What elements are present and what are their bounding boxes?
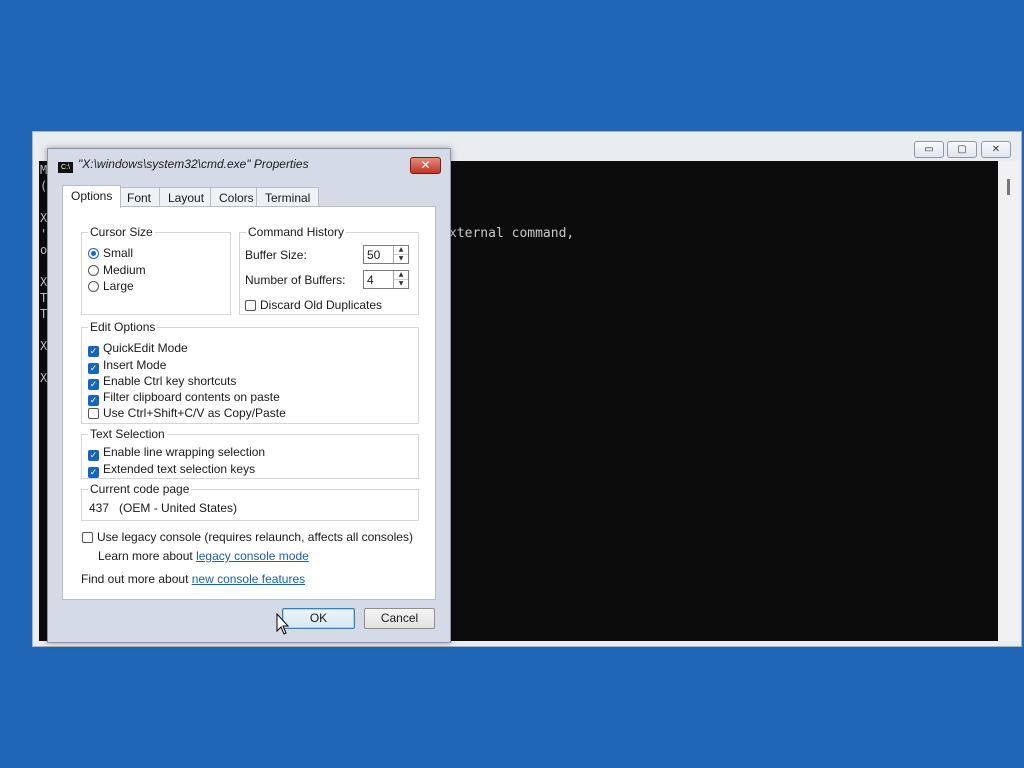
tab-terminal[interactable]: Terminal bbox=[256, 187, 320, 207]
checkbox-label: Enable Ctrl key shortcuts bbox=[103, 374, 237, 388]
spin-up-icon[interactable]: ▲ bbox=[394, 246, 408, 255]
spinner-buttons: ▲ ▼ bbox=[393, 271, 408, 288]
radio-button[interactable] bbox=[88, 248, 99, 259]
num-buffers-spinner[interactable]: 4 ▲ ▼ bbox=[363, 270, 409, 289]
checkbox-label: Enable line wrapping selection bbox=[103, 445, 266, 459]
checkbox[interactable] bbox=[82, 532, 93, 543]
radio-label: Large bbox=[103, 279, 134, 293]
minimize-button[interactable]: ▭ bbox=[914, 141, 944, 158]
edit-options-group: Edit Options ✓ QuickEdit Mode ✓ Insert Mod… bbox=[81, 320, 419, 424]
cancel-button[interactable]: Cancel bbox=[364, 608, 435, 629]
close-icon: ✕ bbox=[991, 144, 1001, 155]
buffer-size-spinner[interactable]: 50 ▲ ▼ bbox=[363, 245, 409, 264]
tab-font[interactable]: Font bbox=[118, 187, 161, 207]
num-buffers-value[interactable]: 4 bbox=[367, 272, 374, 288]
extended-keys-checkbox[interactable]: ✓ Extended text selection keys bbox=[88, 461, 256, 478]
find-out-text: Find out more about new console features bbox=[81, 571, 305, 587]
ctrl-shift-cv-checkbox[interactable]: Use Ctrl+Shift+C/V as Copy/Paste bbox=[88, 405, 286, 421]
find-out-prefix: Find out more about bbox=[81, 572, 192, 586]
checkbox-label: Extended text selection keys bbox=[103, 462, 256, 476]
scrollbar-thumb[interactable] bbox=[1007, 179, 1010, 195]
cursor-size-group: Cursor Size Small Medium Large bbox=[81, 225, 231, 315]
ok-button[interactable]: OK bbox=[282, 608, 355, 629]
command-history-group: Command History Buffer Size: 50 ▲ ▼ Numb… bbox=[239, 225, 419, 315]
dialog-title-bar[interactable]: C:\ "X:\windows\system32\cmd.exe" Propert… bbox=[58, 157, 309, 173]
checkbox-label: Insert Mode bbox=[103, 358, 167, 372]
checkbox[interactable]: ✓ bbox=[88, 346, 99, 357]
discard-duplicates-checkbox[interactable]: Discard Old Duplicates bbox=[245, 297, 382, 313]
ctrl-shortcuts-checkbox[interactable]: ✓ Enable Ctrl key shortcuts bbox=[88, 373, 237, 390]
checkbox-label: Filter clipboard contents on paste bbox=[103, 390, 280, 404]
console-close-button[interactable]: ✕ bbox=[981, 141, 1011, 158]
radio-label: Medium bbox=[103, 263, 146, 277]
code-page-value: 437 (OEM - United States) bbox=[89, 501, 238, 515]
spin-up-icon[interactable]: ▲ bbox=[394, 271, 408, 280]
checkbox[interactable]: ✓ bbox=[88, 450, 99, 461]
quickedit-checkbox[interactable]: ✓ QuickEdit Mode bbox=[88, 340, 188, 357]
spinner-buttons: ▲ ▼ bbox=[393, 246, 408, 263]
checkbox-label: Use legacy console (requires relaunch, a… bbox=[97, 530, 413, 544]
cmd-icon: C:\ bbox=[58, 162, 73, 173]
console-scrollbar[interactable] bbox=[999, 161, 1019, 641]
filter-clipboard-checkbox[interactable]: ✓ Filter clipboard contents on paste bbox=[88, 389, 280, 406]
options-panel: Cursor Size Small Medium Large Command H… bbox=[62, 206, 436, 600]
radio-medium[interactable]: Medium bbox=[88, 262, 146, 278]
checkbox[interactable] bbox=[245, 300, 256, 311]
spin-down-icon[interactable]: ▼ bbox=[394, 255, 408, 263]
console-text-line: xternal command, bbox=[449, 226, 575, 241]
checkbox-label: Discard Old Duplicates bbox=[260, 298, 383, 312]
code-page-group: Current code page 437 (OEM - United Stat… bbox=[81, 482, 419, 521]
tab-options[interactable]: Options bbox=[62, 185, 122, 208]
code-page-legend: Current code page bbox=[88, 482, 192, 496]
radio-label: Small bbox=[103, 246, 134, 260]
new-console-features-link[interactable]: new console features bbox=[192, 572, 305, 586]
radio-button[interactable] bbox=[88, 265, 99, 276]
mouse-cursor-icon bbox=[276, 613, 290, 635]
close-icon: ✕ bbox=[420, 158, 431, 172]
learn-more-text: Learn more about legacy console mode bbox=[98, 548, 309, 564]
learn-more-prefix: Learn more about bbox=[98, 549, 197, 563]
radio-small[interactable]: Small bbox=[88, 245, 133, 261]
maximize-button[interactable]: ▢ bbox=[947, 141, 977, 158]
dialog-close-button[interactable]: ✕ bbox=[410, 157, 441, 174]
edit-options-legend: Edit Options bbox=[88, 320, 158, 334]
checkbox[interactable] bbox=[88, 408, 99, 419]
radio-button[interactable] bbox=[88, 281, 99, 292]
text-selection-legend: Text Selection bbox=[88, 427, 167, 441]
line-wrap-checkbox[interactable]: ✓ Enable line wrapping selection bbox=[88, 444, 266, 461]
insert-mode-checkbox[interactable]: ✓ Insert Mode bbox=[88, 357, 167, 374]
dialog-title: "X:\windows\system32\cmd.exe" Properties bbox=[78, 157, 309, 171]
cursor-size-legend: Cursor Size bbox=[88, 225, 155, 239]
checkbox[interactable]: ✓ bbox=[88, 467, 99, 478]
tab-layout[interactable]: Layout bbox=[159, 187, 214, 207]
legacy-console-link[interactable]: legacy console mode bbox=[196, 549, 309, 563]
command-history-legend: Command History bbox=[246, 225, 347, 239]
radio-large[interactable]: Large bbox=[88, 278, 134, 294]
spin-down-icon[interactable]: ▼ bbox=[394, 280, 408, 288]
legacy-console-checkbox[interactable]: Use legacy console (requires relaunch, a… bbox=[82, 529, 413, 545]
num-buffers-label: Number of Buffers: bbox=[245, 273, 346, 287]
buffer-size-label: Buffer Size: bbox=[245, 248, 307, 262]
tab-colors[interactable]: Colors bbox=[210, 187, 263, 207]
text-selection-group: Text Selection ✓ Enable line wrapping sel… bbox=[81, 427, 419, 479]
buffer-size-value[interactable]: 50 bbox=[367, 247, 380, 263]
minimize-icon: ▭ bbox=[924, 144, 934, 155]
checkbox-label: QuickEdit Mode bbox=[103, 341, 188, 355]
checkbox-label: Use Ctrl+Shift+C/V as Copy/Paste bbox=[103, 406, 286, 420]
restore-icon: ▢ bbox=[957, 144, 967, 155]
properties-dialog: C:\ "X:\windows\system32\cmd.exe" Propert… bbox=[47, 148, 451, 643]
